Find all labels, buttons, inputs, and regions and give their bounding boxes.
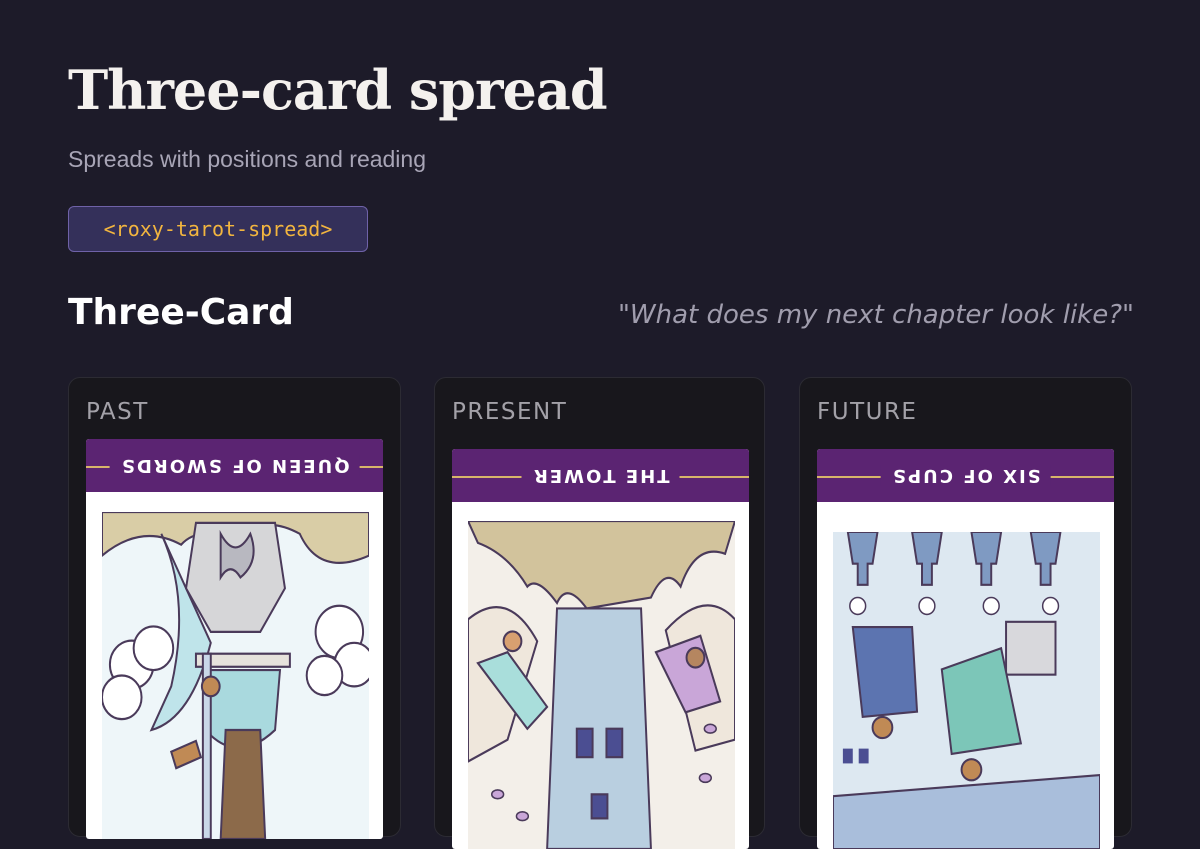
card-slot-present[interactable]: PRESENT THE TOWER bbox=[434, 377, 765, 849]
card-slot-past[interactable]: PAST QUEEN OF SWORDS bbox=[68, 377, 401, 839]
card-name-past: QUEEN OF SWORDS bbox=[109, 455, 360, 476]
tarot-card-past[interactable]: QUEEN OF SWORDS bbox=[86, 439, 383, 839]
card-title-bar: THE TOWER bbox=[452, 449, 749, 502]
card-title-bar: SIX OF CUPS bbox=[817, 449, 1114, 502]
six-of-cups-illustration-icon bbox=[833, 532, 1100, 849]
page-subtitle: Spreads with positions and reading bbox=[68, 146, 427, 172]
page-title: Three-card spread bbox=[68, 58, 608, 122]
card-name-future: SIX OF CUPS bbox=[880, 465, 1051, 486]
card-slot-future[interactable]: FUTURE SIX OF CUPS bbox=[799, 377, 1132, 849]
position-label-future: FUTURE bbox=[817, 399, 918, 425]
card-title-bar: QUEEN OF SWORDS bbox=[86, 439, 383, 492]
queen-of-swords-illustration-icon bbox=[102, 512, 369, 839]
tarot-card-present[interactable]: THE TOWER bbox=[452, 449, 749, 849]
tarot-card-future[interactable]: SIX OF CUPS bbox=[817, 449, 1114, 849]
position-label-present: PRESENT bbox=[452, 399, 568, 425]
spread-title: Three-Card bbox=[68, 292, 294, 333]
position-label-past: PAST bbox=[86, 399, 149, 425]
spread-question: "What does my next chapter look like?" bbox=[617, 300, 1134, 330]
card-name-present: THE TOWER bbox=[521, 465, 680, 486]
component-tag: <roxy-tarot-spread> bbox=[68, 206, 368, 252]
